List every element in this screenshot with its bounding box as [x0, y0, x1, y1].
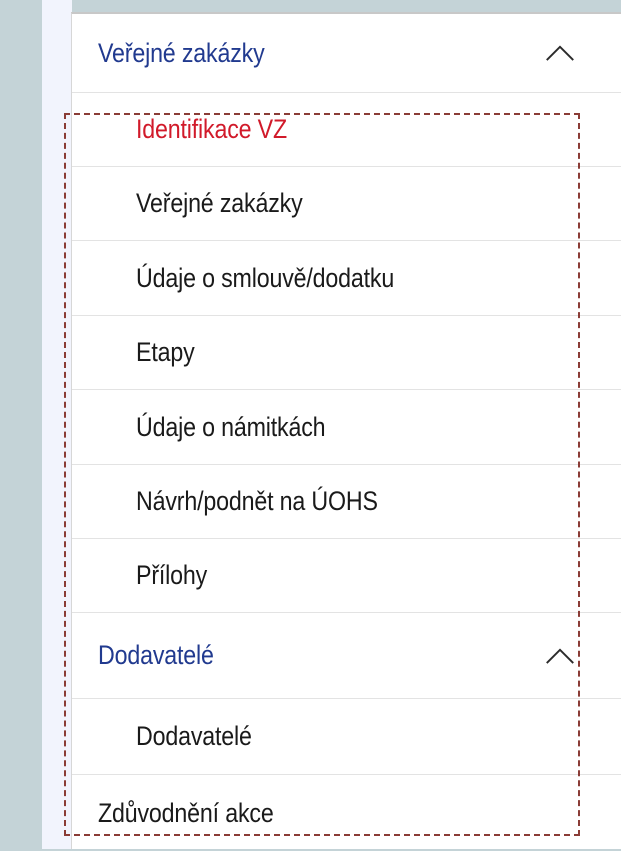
menu-item-verejne-zakazky[interactable]: Veřejné zakázky [72, 167, 621, 241]
menu-item-label: Údaje o námitkách [136, 411, 326, 442]
menu-item-navrh-podnet-uohs[interactable]: Návrh/podnět na ÚOHS [72, 465, 621, 539]
menu-item-label: Dodavatelé [136, 721, 252, 751]
background-left [0, 0, 42, 849]
menu-item-label: Zdůvodnění akce [98, 797, 274, 828]
menu-item-udaje-o-namitkach[interactable]: Údaje o námitkách [72, 390, 621, 465]
navigation-menu: Veřejné zakázky Identifikace VZ Veřejné … [71, 12, 621, 849]
section-title: Dodavatelé [98, 640, 214, 670]
section-header-verejne-zakazky[interactable]: Veřejné zakázky [72, 14, 621, 93]
menu-item-label: Veřejné zakázky [136, 188, 303, 218]
chevron-up-icon[interactable] [545, 641, 575, 671]
section-title: Veřejné zakázky [98, 37, 265, 68]
menu-item-identifikace-vz[interactable]: Identifikace VZ [72, 93, 621, 167]
menu-item-label: Přílohy [136, 560, 208, 590]
menu-item-prilohy[interactable]: Přílohy [72, 539, 621, 613]
menu-item-label: Etapy [136, 337, 195, 367]
menu-item-udaje-o-smlouve[interactable]: Údaje o smlouvě/dodatku [72, 241, 621, 316]
menu-item-etapy[interactable]: Etapy [72, 316, 621, 390]
section-header-dodavatele[interactable]: Dodavatelé [72, 613, 621, 699]
menu-item-label: Návrh/podnět na ÚOHS [136, 486, 378, 516]
menu-item-label: Identifikace VZ [136, 114, 288, 144]
menu-item-label: Údaje o smlouvě/dodatku [136, 262, 395, 293]
chevron-up-icon[interactable] [545, 38, 575, 68]
background-bottom [42, 823, 72, 849]
background-gutter [42, 0, 72, 849]
menu-item-dodavatele[interactable]: Dodavatelé [72, 699, 621, 775]
menu-item-zduvodneni-akce[interactable]: Zdůvodnění akce [72, 775, 621, 851]
